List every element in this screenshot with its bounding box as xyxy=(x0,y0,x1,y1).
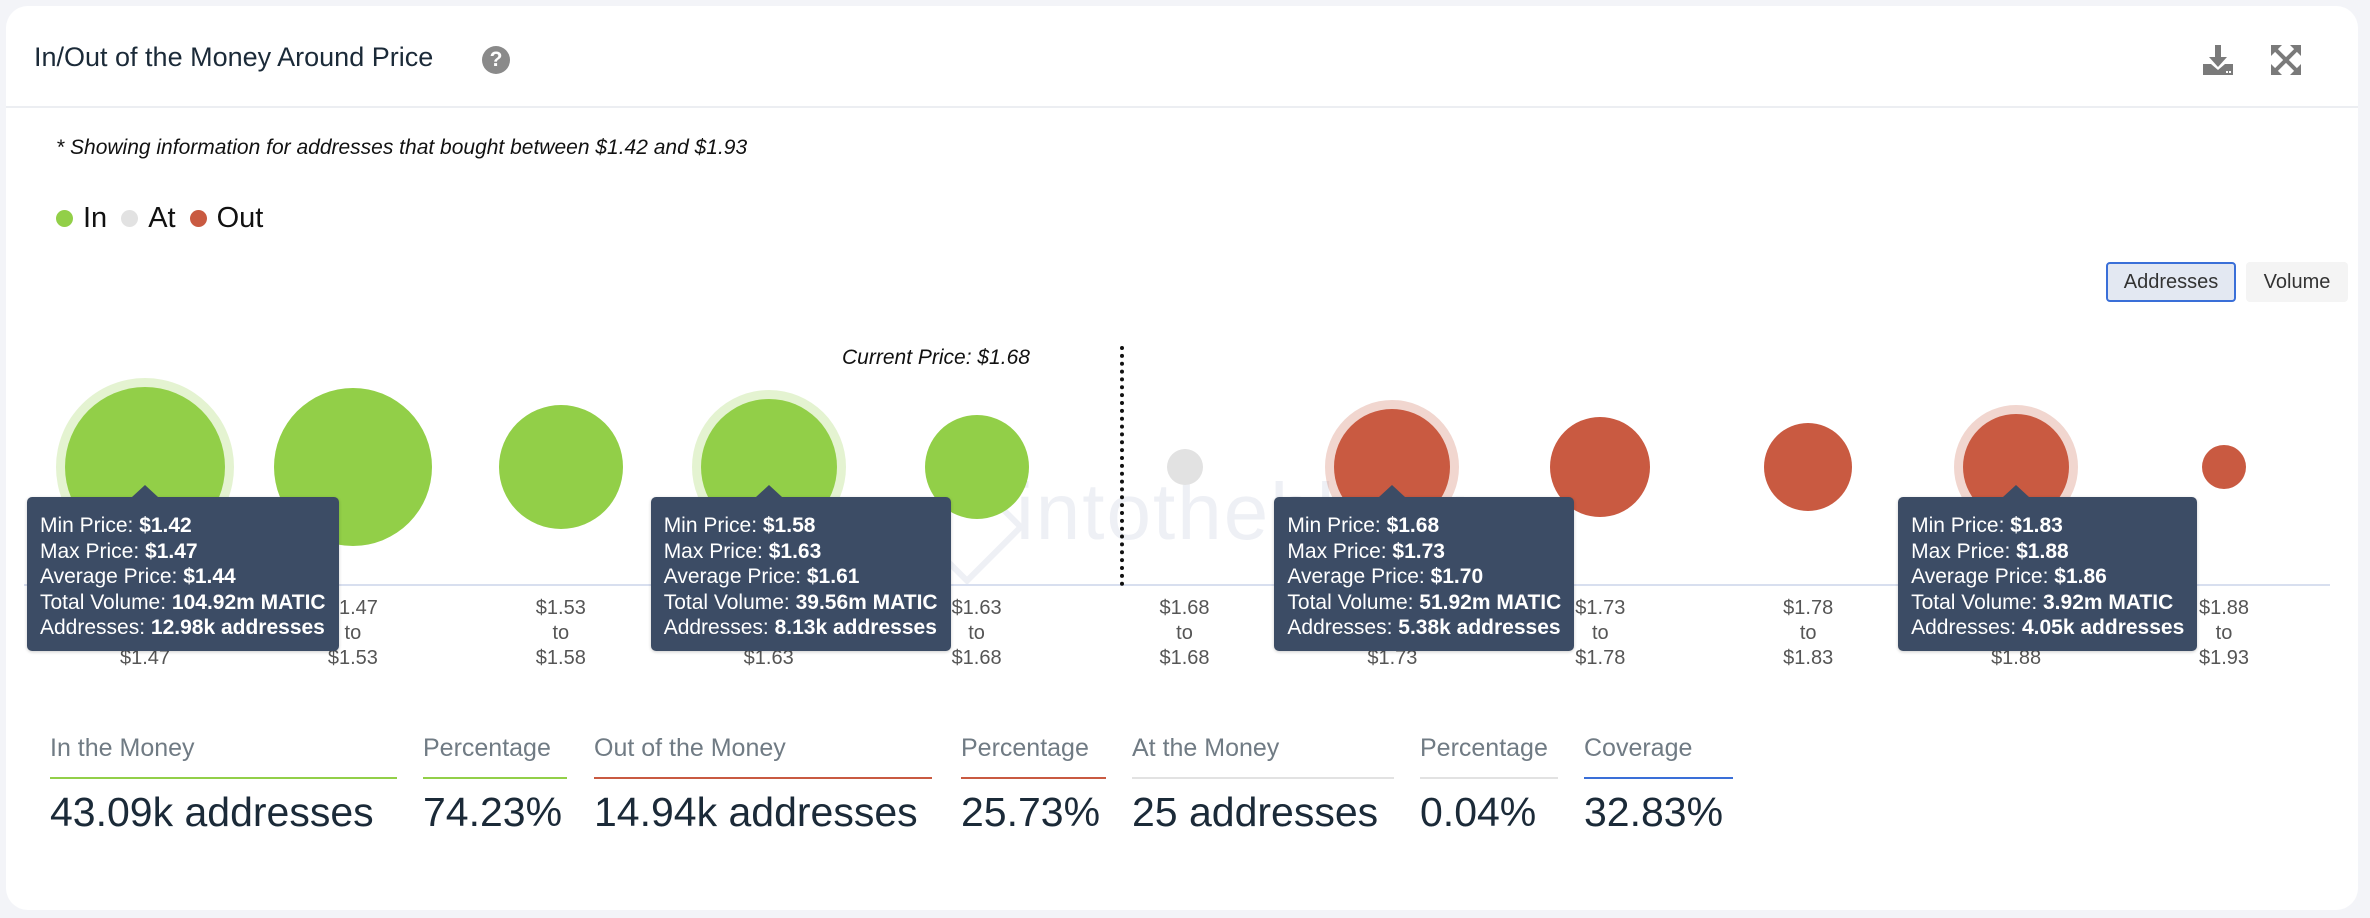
stat-coverage: Coverage 32.83% xyxy=(1584,734,1733,836)
bubble-in[interactable] xyxy=(498,405,623,529)
stat-value: 43.09k addresses xyxy=(50,789,374,835)
stat-at-the-money: At the Money 25 addresses xyxy=(1132,734,1394,836)
stat-value: 0.04% xyxy=(1420,789,1537,835)
stat-percentage: Percentage 0.04% xyxy=(1420,734,1558,836)
tooltip-arrow xyxy=(132,485,158,497)
tooltip-min-price: Min Price: $1.83 xyxy=(1911,514,2063,537)
tooltip-total-volume: Total Volume: 51.92m MATIC xyxy=(1287,590,1562,614)
tooltip-min-price: Min Price: $1.58 xyxy=(663,514,816,537)
tooltip-addresses: Addresses: 8.13k addresses xyxy=(663,616,937,640)
stat-in-the-money: In the Money 43.09k addresses xyxy=(50,734,397,836)
in-out-money-card: In/Out of the Money Around Price ? * Sho… xyxy=(6,6,2358,910)
tooltip-total-volume: Total Volume: 39.56m MATIC xyxy=(663,590,938,614)
stat-label: At the Money xyxy=(1132,734,1280,762)
stat-underline xyxy=(1584,777,1733,779)
tooltip-avg-price: Average Price: $1.44 xyxy=(40,565,236,589)
tooltip-min-price: Min Price: $1.42 xyxy=(40,514,192,537)
tooltip-total-volume: Total Volume: 104.92m MATIC xyxy=(40,590,326,614)
tooltip-addresses: Addresses: 4.05k addresses xyxy=(1911,616,2185,640)
tooltip-total-volume: Total Volume: 3.92m MATIC xyxy=(1911,590,2174,614)
bubble-out[interactable] xyxy=(2202,445,2246,489)
tooltip-addresses: Addresses: 12.98k addresses xyxy=(40,616,325,640)
x-tick-label: $1.78 to $1.83 xyxy=(1783,597,1834,669)
stat-value: 14.94k addresses xyxy=(594,789,918,835)
tooltip-min-price: Min Price: $1.68 xyxy=(1287,514,1440,537)
stat-percentage: Percentage 74.23% xyxy=(423,734,567,836)
stat-label: In the Money xyxy=(50,734,195,762)
stat-value: 25 addresses xyxy=(1132,789,1379,835)
tooltip-max-price: Max Price: $1.88 xyxy=(1911,539,2069,563)
stat-underline xyxy=(1420,777,1558,779)
x-tick-label: $1.53 to $1.58 xyxy=(535,597,586,669)
stat-out-of-the-money: Out of the Money 14.94k addresses xyxy=(594,734,932,836)
stat-underline xyxy=(961,777,1106,779)
stat-label: Out of the Money xyxy=(594,734,786,762)
bubble-out[interactable] xyxy=(1764,423,1853,511)
bubble-at[interactable] xyxy=(1166,449,1203,485)
tooltip-arrow xyxy=(1379,485,1406,497)
tooltip-arrow xyxy=(2003,485,2030,497)
tooltip-max-price: Max Price: $1.63 xyxy=(663,539,822,563)
bubble-tooltip: Min Price: $1.42 Max Price: $1.47 Average … xyxy=(27,485,339,651)
stat-value: 25.73% xyxy=(961,789,1101,835)
bubble-tooltip: Min Price: $1.68 Max Price: $1.73 Average … xyxy=(1274,485,1575,651)
stat-percentage: Percentage 25.73% xyxy=(961,734,1106,836)
tooltip-avg-price: Average Price: $1.70 xyxy=(1287,565,1484,589)
current-price-line xyxy=(1120,346,1124,586)
bubble-tooltip: Min Price: $1.83 Max Price: $1.88 Average … xyxy=(1898,485,2198,651)
tooltip-max-price: Max Price: $1.47 xyxy=(40,539,198,563)
stat-label: Percentage xyxy=(961,734,1089,762)
tooltip-arrow xyxy=(755,485,782,497)
bubble-tooltip: Min Price: $1.58 Max Price: $1.63 Average … xyxy=(650,485,951,651)
stat-underline xyxy=(1132,777,1394,779)
current-price-label: Current Price: $1.68 xyxy=(842,346,1030,369)
tooltip-avg-price: Average Price: $1.61 xyxy=(663,565,860,589)
x-tick-label: $1.68 to $1.68 xyxy=(1159,597,1210,669)
stat-label: Coverage xyxy=(1584,734,1693,762)
stat-label: Percentage xyxy=(1420,734,1548,762)
stat-underline xyxy=(594,777,932,779)
stat-underline xyxy=(423,777,567,779)
stat-value: 32.83% xyxy=(1584,789,1724,835)
tooltip-max-price: Max Price: $1.73 xyxy=(1287,539,1445,563)
tooltip-addresses: Addresses: 5.38k addresses xyxy=(1287,616,1561,640)
stat-underline xyxy=(50,777,397,779)
stat-label: Percentage xyxy=(423,734,551,762)
tooltip-avg-price: Average Price: $1.86 xyxy=(1911,565,2107,589)
stat-value: 74.23% xyxy=(423,789,563,835)
